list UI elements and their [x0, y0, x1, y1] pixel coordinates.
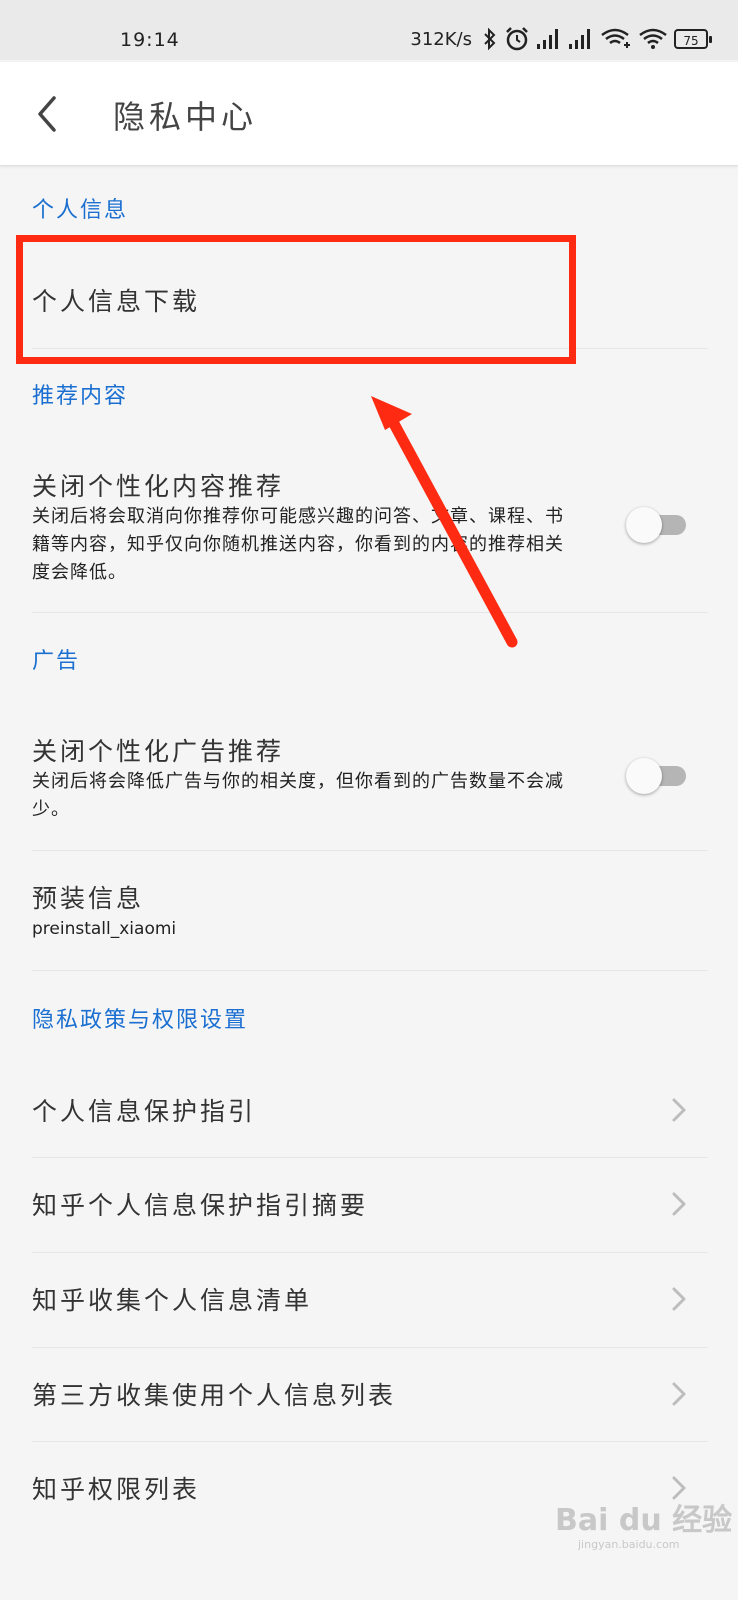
- bluetooth-icon: [484, 27, 496, 51]
- toggle-knob: [626, 507, 662, 543]
- wifi-call-icon: [601, 28, 630, 48]
- content-recommend-toggle[interactable]: [624, 507, 688, 543]
- section-header-ads: 广告: [32, 649, 81, 674]
- status-bar: 19:14 312K/s 75: [0, 0, 738, 60]
- battery-icon: 75: [674, 29, 712, 49]
- list-item-third-party-list[interactable]: 第三方收集使用个人信息列表: [0, 1348, 738, 1442]
- baidu-watermark-url: jingyan.baidu.com: [578, 1538, 680, 1551]
- app-bar: 隐私中心: [0, 62, 738, 166]
- chevron-right-icon: [672, 1192, 686, 1216]
- section-header-privacy: 隐私政策与权限设置: [32, 1008, 249, 1033]
- list-item-collected-info-list[interactable]: 知乎收集个人信息清单: [0, 1253, 738, 1347]
- chevron-right-icon: [672, 1098, 686, 1122]
- baidu-watermark-logo: Bai du 经验: [555, 1503, 733, 1538]
- list-item-label: 知乎权限列表: [32, 1475, 201, 1504]
- back-arrow-icon[interactable]: [28, 90, 72, 138]
- chevron-right-icon: [672, 1382, 686, 1406]
- section-header-personal-info: 个人信息: [32, 198, 129, 223]
- ads-recommend-desc: 关闭后将会降低广告与你的相关度，但你看到的广告数量不会减少。: [32, 771, 564, 820]
- list-item-label: 知乎收集个人信息清单: [32, 1286, 313, 1315]
- preinstall-info-value: preinstall_xiaomi: [32, 919, 177, 939]
- signal-icon: [569, 29, 590, 49]
- preinstall-info-item: 预装信息 preinstall_xiaomi: [0, 865, 738, 965]
- wifi-icon: [639, 28, 667, 49]
- highlight-box-annotation: [16, 235, 576, 364]
- status-time: 19:14: [120, 29, 180, 51]
- content-recommend-desc: 关闭后将会取消向你推荐你可能感兴趣的问答、文章、课程、书籍等内容，知乎仅向你随机…: [32, 506, 564, 583]
- network-speed: 312K/s: [410, 28, 472, 50]
- divider: [32, 612, 708, 613]
- list-item-label: 知乎个人信息保护指引摘要: [32, 1191, 369, 1220]
- section-header-recommend: 推荐内容: [32, 384, 129, 409]
- ads-recommend-item: 关闭个性化广告推荐 关闭后将会降低广告与你的相关度，但你看到的广告数量不会减少。: [0, 722, 738, 842]
- toggle-knob: [626, 758, 662, 794]
- content-recommend-item: 关闭个性化内容推荐 关闭后将会取消向你推荐你可能感兴趣的问答、文章、课程、书籍等…: [0, 455, 738, 605]
- status-indicators: 312K/s 75: [410, 26, 712, 52]
- list-item-label: 第三方收集使用个人信息列表: [32, 1381, 397, 1410]
- ads-recommend-title: 关闭个性化广告推荐: [32, 737, 285, 766]
- ads-recommend-toggle[interactable]: [624, 758, 688, 794]
- chevron-right-icon: [672, 1287, 686, 1311]
- signal-icon: [537, 29, 558, 49]
- page-title: 隐私中心: [113, 98, 258, 136]
- alarm-icon: [506, 27, 528, 51]
- list-item-privacy-guide[interactable]: 个人信息保护指引: [0, 1062, 738, 1156]
- list-item-label: 个人信息保护指引: [32, 1097, 257, 1126]
- content-recommend-title: 关闭个性化内容推荐: [32, 472, 285, 501]
- preinstall-info-title: 预装信息: [32, 884, 145, 913]
- list-item-privacy-guide-summary[interactable]: 知乎个人信息保护指引摘要: [0, 1158, 738, 1252]
- divider: [32, 850, 708, 851]
- divider: [32, 970, 708, 971]
